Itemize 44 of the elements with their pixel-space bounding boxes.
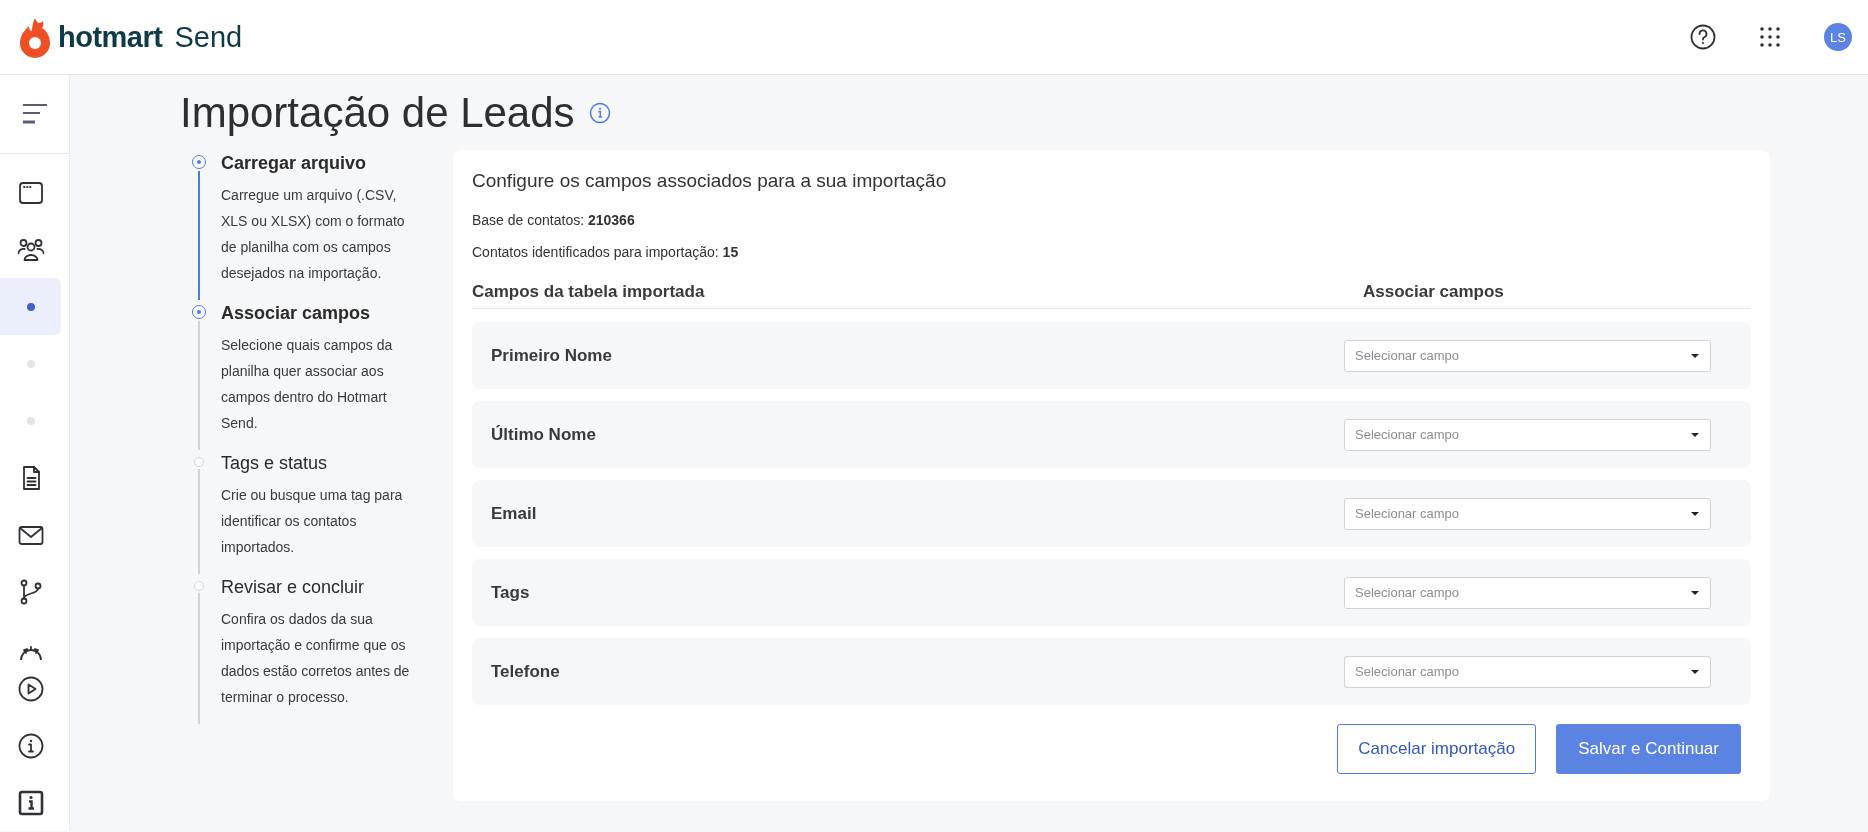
select-field[interactable]: Selecionar campo bbox=[1344, 655, 1711, 688]
field-name: Primeiro Nome bbox=[491, 345, 613, 366]
dot-icon bbox=[26, 416, 35, 425]
step-description: Selecione quais campos da planilha quer associar aos campos dentro do Hotmart Send. bbox=[221, 336, 394, 433]
step-description: Confira os dados da sua importação e confirme que os dados estão corretos antes de terminar o processo. bbox=[221, 610, 411, 707]
cancel-button[interactable]: Cancelar importação bbox=[1337, 724, 1537, 774]
field-name: Último Nome bbox=[491, 424, 597, 445]
flame-logo-icon bbox=[18, 16, 52, 58]
step-title: Tags e status bbox=[221, 452, 329, 475]
help-icon[interactable] bbox=[1690, 24, 1716, 50]
stat-text: Base de contatos: 210366 bbox=[472, 212, 636, 228]
card-heading: Configure os campos associados para a sua importação bbox=[472, 170, 948, 192]
info-square-icon[interactable] bbox=[16, 788, 45, 817]
step-title: Carregar arquivo bbox=[221, 152, 368, 175]
select-field[interactable]: Selecionar campo bbox=[1344, 418, 1711, 451]
select-field[interactable]: Selecionar campo bbox=[1344, 576, 1711, 609]
apps-grid-icon[interactable] bbox=[1760, 27, 1780, 47]
step-description: Carregue um arquivo (.CSV, XLS ou XLSX) com o formato de planilha com os campos desejados na importação. bbox=[221, 186, 406, 283]
step-title: Associar campos bbox=[221, 302, 372, 325]
caret-icon bbox=[1690, 510, 1700, 517]
menu-icon[interactable] bbox=[20, 103, 49, 125]
product-name: Send bbox=[174, 20, 243, 54]
field-name: Telefone bbox=[491, 661, 561, 682]
caret-icon bbox=[1690, 668, 1700, 675]
column-header: Campos da tabela importada bbox=[472, 282, 706, 302]
brand-name: hotmart bbox=[58, 20, 163, 54]
stat-text: Contatos identificados para importação: 15 bbox=[472, 244, 740, 260]
play-icon[interactable] bbox=[16, 674, 45, 703]
dot-icon bbox=[26, 359, 35, 368]
field-name: Tags bbox=[491, 582, 531, 603]
save-button[interactable]: Salvar e Continuar bbox=[1556, 724, 1741, 774]
step-title: Revisar e concluir bbox=[221, 576, 366, 599]
column-header: Associar campos bbox=[1363, 282, 1505, 302]
field-name: Email bbox=[491, 503, 538, 524]
user-avatar[interactable]: LS bbox=[1824, 23, 1852, 51]
caret-icon bbox=[1690, 589, 1700, 596]
select-field[interactable]: Selecionar campo bbox=[1344, 497, 1711, 530]
dot-icon bbox=[26, 302, 35, 311]
info-icon[interactable] bbox=[16, 731, 45, 760]
caret-icon bbox=[1690, 352, 1700, 359]
select-field[interactable]: Selecionar campo bbox=[1344, 339, 1711, 372]
page-title: Importação de Leads bbox=[180, 88, 575, 137]
step-description: Crie ou busque uma tag para identificar os contatos importados. bbox=[221, 486, 404, 557]
caret-icon bbox=[1690, 431, 1700, 438]
